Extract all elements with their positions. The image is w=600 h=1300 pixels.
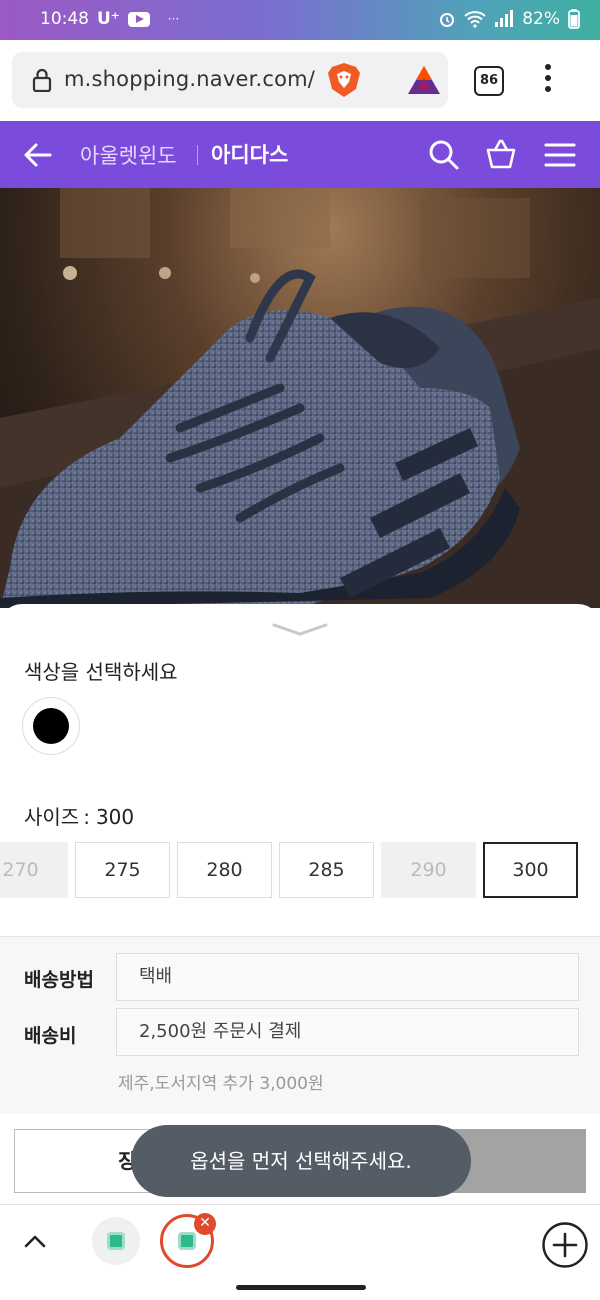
size-option-290: 290 <box>381 842 476 898</box>
size-option-280[interactable]: 280 <box>177 842 272 898</box>
color-section-title: 색상을 선택하세요 <box>24 660 178 684</box>
size-section-title: 사이즈:300 <box>24 801 134 830</box>
color-swatch-black[interactable] <box>22 697 80 755</box>
back-arrow-icon[interactable] <box>22 139 54 171</box>
browser-menu-icon[interactable] <box>538 64 558 98</box>
size-label: 사이즈 <box>24 805 80 829</box>
tab-count-button[interactable]: 86 <box>474 66 504 96</box>
bat-rewards-icon[interactable] <box>406 64 442 96</box>
size-option-275[interactable]: 275 <box>75 842 170 898</box>
product-photo[interactable] <box>0 188 600 608</box>
shipping-fee-label: 배송비 <box>24 1025 77 1047</box>
notification-more: ··· <box>167 12 180 26</box>
shipping-method-label: 배송방법 <box>24 969 94 991</box>
chevron-up-icon[interactable] <box>22 1229 48 1255</box>
home-indicator <box>236 1285 366 1290</box>
shipping-fee-field: 2,500원 주문시 결제 <box>116 1008 579 1056</box>
collapse-sheet-icon[interactable] <box>270 620 330 640</box>
url-text[interactable]: m.shopping.naver.com/ <box>64 67 315 91</box>
size-option-270: 270 <box>0 842 68 898</box>
size-options: 270 275 280 285 290 300 <box>0 842 600 898</box>
battery-percent: 82% <box>522 9 560 29</box>
youtube-icon <box>127 11 150 27</box>
shopping-bag-icon[interactable] <box>485 138 517 170</box>
browser-bottom-bar: ✕ <box>0 1204 600 1300</box>
naver-shopping-favicon-icon <box>107 1232 125 1250</box>
new-tab-plus-icon[interactable] <box>541 1221 589 1269</box>
site-name[interactable]: 아울렛윈도 <box>80 140 177 170</box>
status-time: 10:48 <box>40 9 89 29</box>
lock-icon <box>32 68 52 92</box>
search-icon[interactable] <box>428 139 460 171</box>
selected-size: 300 <box>95 805 135 829</box>
address-bar[interactable]: m.shopping.naver.com/ <box>12 52 448 108</box>
tab-thumbnail-1[interactable] <box>92 1217 140 1265</box>
brave-shield-icon[interactable] <box>327 62 361 98</box>
signal-icon <box>495 10 514 27</box>
brand-name[interactable]: 아디다스 <box>211 139 288 169</box>
shipping-extra-note: 제주,도서지역 추가 3,000원 <box>118 1074 324 1094</box>
naver-shopping-favicon-icon <box>178 1232 196 1250</box>
wifi-icon <box>464 11 486 28</box>
status-bar: 10:48 U⁺ ··· 82% <box>0 0 600 40</box>
header-divider <box>197 145 198 165</box>
site-header: 아울렛윈도 아디다스 <box>0 121 600 188</box>
option-sheet: 색상을 선택하세요 사이즈:300 270 275 280 285 290 30… <box>0 604 600 1204</box>
toast-message: 옵션을 먼저 선택해주세요. <box>131 1125 471 1197</box>
size-separator: : <box>83 805 90 829</box>
size-option-285[interactable]: 285 <box>279 842 374 898</box>
battery-icon <box>568 9 580 29</box>
sneaker-illustration <box>0 188 600 608</box>
alarm-icon <box>440 13 455 27</box>
close-tab-icon[interactable]: ✕ <box>194 1213 216 1235</box>
carrier-label: U⁺ <box>97 9 120 29</box>
shipping-method-field[interactable]: 택배 <box>116 953 579 1001</box>
menu-icon[interactable] <box>544 139 576 171</box>
shipping-section: 배송방법 택배 배송비 2,500원 주문시 결제 제주,도서지역 추가 3,0… <box>0 936 600 1114</box>
size-option-300[interactable]: 300 <box>483 842 578 898</box>
browser-toolbar: m.shopping.naver.com/ 86 <box>0 40 600 121</box>
